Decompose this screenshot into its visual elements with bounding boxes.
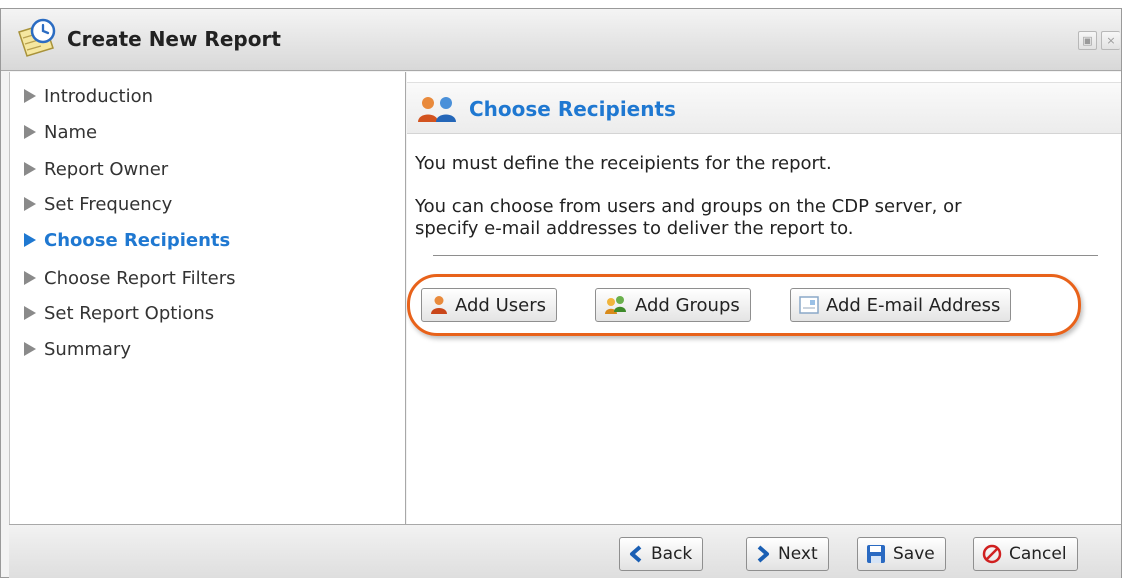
nav-item-label: Choose Recipients <box>44 229 231 251</box>
save-button[interactable]: Save <box>857 537 946 571</box>
users-icon <box>417 95 459 123</box>
nav-item-label: Introduction <box>44 85 154 107</box>
add-email-address-button[interactable]: Add E-mail Address <box>790 288 1012 322</box>
chevron-left-icon <box>628 545 644 563</box>
back-button[interactable]: Back <box>619 537 704 571</box>
nav-item-introduction[interactable]: Introduction <box>24 81 153 111</box>
maximize-icon[interactable]: ▣ <box>1078 31 1097 50</box>
triangle-right-icon <box>24 89 36 103</box>
add-users-button[interactable]: Add Users <box>421 288 557 322</box>
nav-item-name[interactable]: Name <box>24 117 97 147</box>
wizard-footer: Back Next Save Cancel <box>9 524 1121 578</box>
cancel-button[interactable]: Cancel <box>973 537 1078 571</box>
cancel-circle-icon <box>982 544 1002 564</box>
add-groups-button[interactable]: Add Groups <box>595 288 751 322</box>
triangle-right-icon <box>24 342 36 356</box>
nav-item-report-owner[interactable]: Report Owner <box>24 154 168 184</box>
nav-item-summary[interactable]: Summary <box>24 334 131 364</box>
description-line-1: You can choose from users and groups on … <box>415 196 962 217</box>
nav-item-choose-report-filters[interactable]: Choose Report Filters <box>24 263 236 293</box>
group-icon <box>604 295 628 315</box>
window-title: Create New Report <box>67 27 281 51</box>
description-line-2: specify e-mail addresses to deliver the … <box>415 218 854 239</box>
save-label: Save <box>893 544 935 564</box>
address-card-icon <box>799 296 819 314</box>
content-title: Choose Recipients <box>469 97 676 121</box>
divider <box>433 255 1098 256</box>
next-button[interactable]: Next <box>746 537 829 571</box>
user-icon <box>430 295 448 315</box>
triangle-right-icon <box>24 271 36 285</box>
back-label: Back <box>651 544 693 564</box>
nav-item-label: Set Frequency <box>44 193 173 215</box>
nav-item-set-report-options[interactable]: Set Report Options <box>24 298 214 328</box>
add-email-label: Add E-mail Address <box>826 294 1001 316</box>
nav-item-label: Report Owner <box>44 158 169 180</box>
cancel-label: Cancel <box>1009 544 1067 564</box>
triangle-right-icon <box>24 162 36 176</box>
floppy-disk-icon <box>866 544 886 564</box>
nav-item-label: Name <box>44 121 98 143</box>
add-groups-label: Add Groups <box>635 294 740 316</box>
next-label: Next <box>778 544 818 564</box>
wizard-steps-nav: Introduction Name Report Owner Set Frequ… <box>9 72 406 524</box>
report-clock-icon <box>15 18 59 60</box>
close-icon[interactable]: × <box>1101 31 1120 50</box>
nav-item-set-frequency[interactable]: Set Frequency <box>24 189 172 219</box>
triangle-right-icon <box>24 197 36 211</box>
triangle-right-icon <box>24 233 36 247</box>
triangle-right-icon <box>24 306 36 320</box>
nav-item-label: Set Report Options <box>44 302 215 324</box>
triangle-right-icon <box>24 125 36 139</box>
step-content-panel: Choose Recipients You must define the re… <box>407 72 1121 524</box>
title-bar: Create New Report ▣ × <box>1 9 1121 71</box>
content-header: Choose Recipients <box>407 82 1121 134</box>
instruction-text: You must define the receipients for the … <box>415 153 832 174</box>
chevron-right-icon <box>755 545 771 563</box>
nav-item-choose-recipients[interactable]: Choose Recipients <box>24 225 230 255</box>
nav-item-label: Choose Report Filters <box>44 267 236 289</box>
create-report-window: Create New Report ▣ × Introduction Name … <box>0 8 1122 578</box>
nav-item-label: Summary <box>44 338 131 360</box>
add-users-label: Add Users <box>455 294 546 316</box>
